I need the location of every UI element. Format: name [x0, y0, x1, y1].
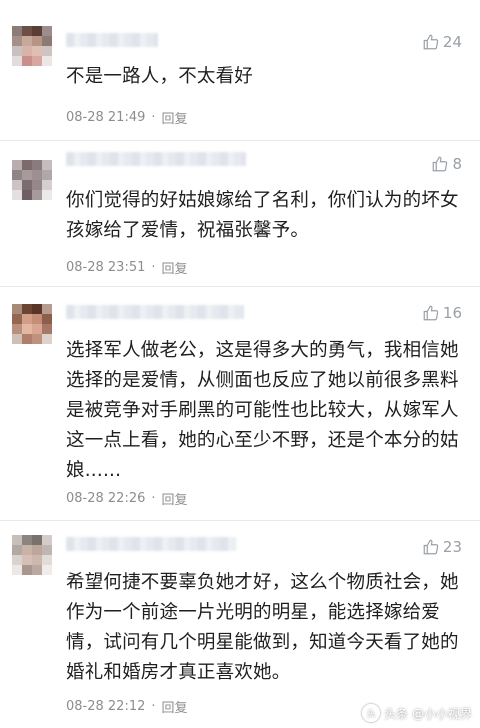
separator-dot: · [151, 110, 156, 125]
like-button[interactable]: 8 [431, 154, 462, 174]
comment-text: 你们觉得的好姑娘嫁给了名利，你们认为的坏女孩嫁给了爱情，祝福张馨予。 [66, 190, 459, 241]
like-count: 8 [452, 155, 462, 173]
separator-dot: · [151, 260, 156, 275]
headline-logo-icon: 头 [362, 704, 381, 722]
comment-meta: 08-28 22:12 · 回复 [66, 697, 188, 716]
username-blurred[interactable] [66, 305, 244, 319]
thumbs-up-icon [423, 34, 439, 50]
avatar[interactable] [12, 304, 52, 344]
avatar[interactable] [12, 26, 52, 66]
thumbs-up-icon [423, 539, 439, 555]
comment-text: 希望何捷不要辜负她才好，这么个物质社会，她作为一个前途一片光明的明星，能选择嫁给… [66, 572, 459, 683]
watermark: 头 头条 @小小视界 [362, 704, 472, 722]
thumbs-up-icon [423, 305, 439, 321]
comment-text: 选择军人做老公，这是得多大的勇气，我相信她选择的是爱情，从侧面也反应了她以前很多… [66, 340, 459, 481]
reply-button[interactable]: 回复 [162, 697, 188, 716]
comment-meta: 08-28 21:49 · 回复 [66, 108, 188, 127]
like-button[interactable]: 24 [422, 32, 462, 52]
comment-time: 08-28 22:12 [66, 699, 146, 714]
watermark-text: 头条 @小小视界 [384, 706, 472, 721]
username-blurred[interactable] [66, 537, 236, 551]
username-blurred[interactable] [66, 33, 158, 47]
comment-text: 不是一路人，不太看好 [66, 66, 254, 87]
comment-time: 08-28 22:26 [66, 491, 146, 506]
separator-dot: · [151, 491, 156, 506]
like-count: 23 [442, 538, 462, 556]
comment-meta: 08-28 22:26 · 回复 [66, 489, 188, 508]
like-button[interactable]: 23 [422, 537, 462, 557]
reply-button[interactable]: 回复 [162, 108, 188, 127]
username-blurred[interactable] [66, 152, 246, 166]
like-count: 24 [442, 33, 462, 51]
like-button[interactable]: 16 [422, 303, 462, 323]
avatar[interactable] [12, 160, 52, 200]
divider [0, 140, 480, 141]
reply-button[interactable]: 回复 [162, 489, 188, 508]
reply-button[interactable]: 回复 [162, 258, 188, 277]
divider [0, 520, 480, 521]
divider [0, 286, 480, 287]
like-count: 16 [442, 304, 462, 322]
separator-dot: · [151, 699, 156, 714]
comment-meta: 08-28 23:51 · 回复 [66, 258, 188, 277]
thumbs-up-icon [433, 156, 448, 172]
comment-time: 08-28 21:49 [66, 110, 146, 125]
avatar[interactable] [12, 535, 52, 575]
comment-time: 08-28 23:51 [66, 260, 146, 275]
